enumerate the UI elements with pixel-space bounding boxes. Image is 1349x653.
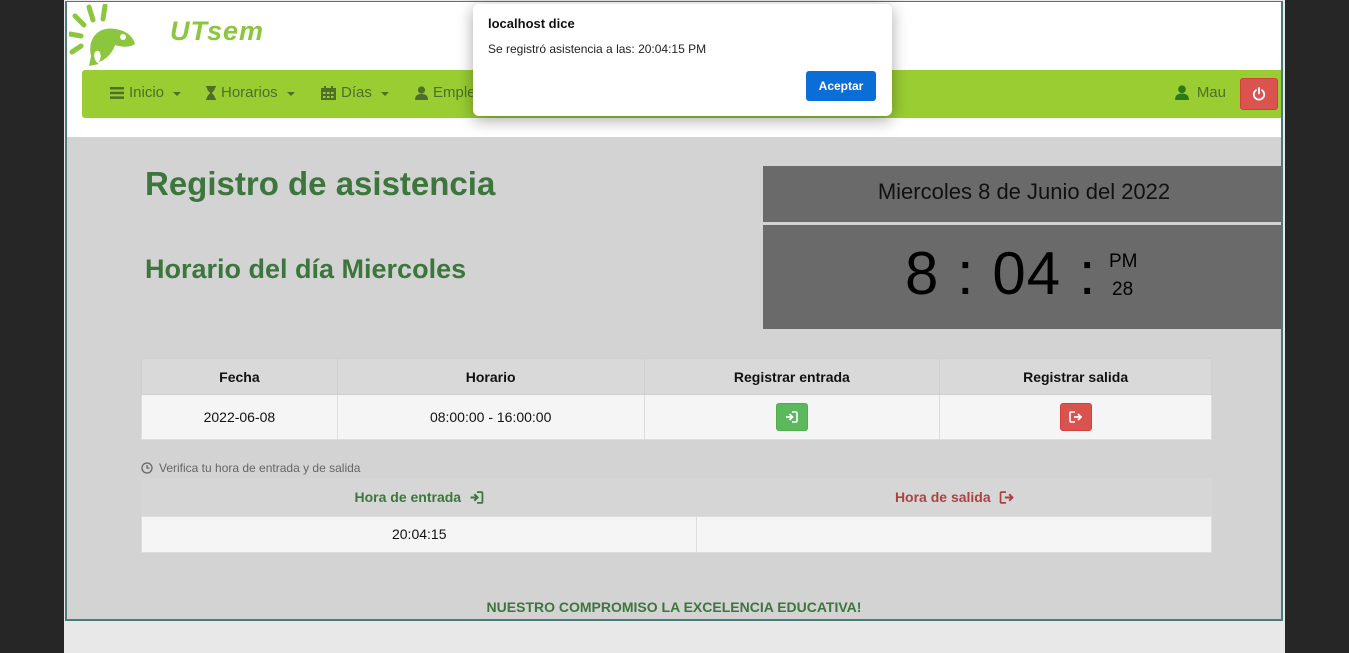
clock-ampm: PM	[1109, 251, 1138, 272]
cell-entrada	[643, 394, 941, 440]
nav-item-label: Inicio	[129, 84, 165, 101]
caret-down-icon	[286, 91, 295, 96]
nav-item-label: Horarios	[221, 84, 278, 101]
table-header-row: Fecha Horario Registrar entrada Registra…	[141, 358, 1212, 395]
table-row: 20:04:15	[140, 515, 1212, 553]
hours-table: Hora de entrada Hora de salida 20:04:15	[140, 478, 1212, 553]
power-icon	[1252, 87, 1266, 101]
nav-item-horarios[interactable]: Horarios	[206, 84, 295, 101]
col-horario: Horario	[336, 358, 645, 395]
cell-hora-salida	[696, 515, 1212, 553]
current-date: Miercoles 8 de Junio del 2022	[763, 166, 1281, 222]
login-icon	[786, 411, 799, 423]
nav-item-empleados[interactable]: Emple	[415, 84, 476, 101]
cell-horario: 08:00:00 - 16:00:00	[336, 394, 645, 440]
dialog-accept-button[interactable]: Aceptar	[806, 71, 876, 101]
verify-note-text: Verifica tu hora de entrada y de salida	[159, 461, 361, 475]
nav-item-label: Días	[341, 84, 372, 101]
nav-item-dias[interactable]: Días	[321, 84, 389, 101]
col-fecha: Fecha	[141, 358, 338, 395]
table-row: 2022-06-08 08:00:00 - 16:00:00	[141, 394, 1212, 440]
menu-icon	[110, 86, 124, 99]
schedule-table: Fecha Horario Registrar entrada Registra…	[141, 358, 1212, 440]
dialog-message: Se registró asistencia a las: 20:04:15 P…	[488, 42, 707, 56]
clock-separator: :	[957, 240, 975, 307]
clock-panel: 8 : 04 : PM 28	[763, 225, 1281, 329]
cell-hora-entrada: 20:04:15	[140, 515, 698, 553]
hourglass-icon	[206, 85, 216, 100]
dialog-title: localhost dice	[488, 16, 575, 31]
col-hora-salida: Hora de salida	[696, 478, 1212, 516]
caret-down-icon	[380, 91, 389, 96]
col-registrar-salida: Registrar salida	[939, 358, 1212, 395]
exit-header-label: Hora de salida	[894, 488, 991, 505]
clock-minutes: 04	[992, 240, 1062, 307]
schedule-subtitle: Horario del día Miercoles	[145, 254, 467, 284]
login-icon	[470, 490, 484, 504]
calendar-icon	[321, 85, 336, 100]
clock-hour: 8	[905, 240, 940, 307]
col-hora-entrada: Hora de entrada	[141, 478, 697, 516]
nav-item-label: Emple	[433, 84, 476, 101]
chameleon-logo-icon	[69, 4, 135, 66]
clock-time: 8 : 04 :	[905, 239, 1096, 308]
clock-separator: :	[1078, 240, 1097, 307]
user-icon	[415, 85, 428, 100]
footer-slogan: NUESTRO COMPROMISO LA EXCELENCIA EDUCATI…	[486, 599, 862, 615]
user-name: Mau	[1196, 84, 1226, 101]
clock-icon	[141, 462, 153, 474]
logout-button[interactable]	[1240, 78, 1278, 110]
register-exit-button[interactable]	[1059, 403, 1092, 431]
cell-fecha: 2022-06-08	[141, 394, 338, 440]
caret-down-icon	[173, 91, 182, 96]
logout-icon	[999, 490, 1014, 504]
verify-note: Verifica tu hora de entrada y de salida	[141, 461, 360, 475]
brand-name: UTsem	[170, 16, 265, 46]
col-registrar-entrada: Registrar entrada	[643, 358, 941, 395]
nav-item-inicio[interactable]: Inicio	[110, 84, 182, 101]
cell-salida	[939, 394, 1212, 440]
nav-user-menu[interactable]: Mau	[1174, 84, 1226, 101]
table-header-row: Hora de entrada Hora de salida	[141, 478, 1212, 516]
logout-icon	[1069, 411, 1083, 423]
entry-header-label: Hora de entrada	[354, 488, 462, 505]
page-title: Registro de asistencia	[145, 165, 496, 202]
register-entry-button[interactable]	[775, 403, 808, 431]
alert-dialog: localhost dice Se registró asistencia a …	[473, 4, 892, 116]
user-icon	[1174, 85, 1189, 100]
clock-seconds: 28	[1112, 279, 1134, 300]
